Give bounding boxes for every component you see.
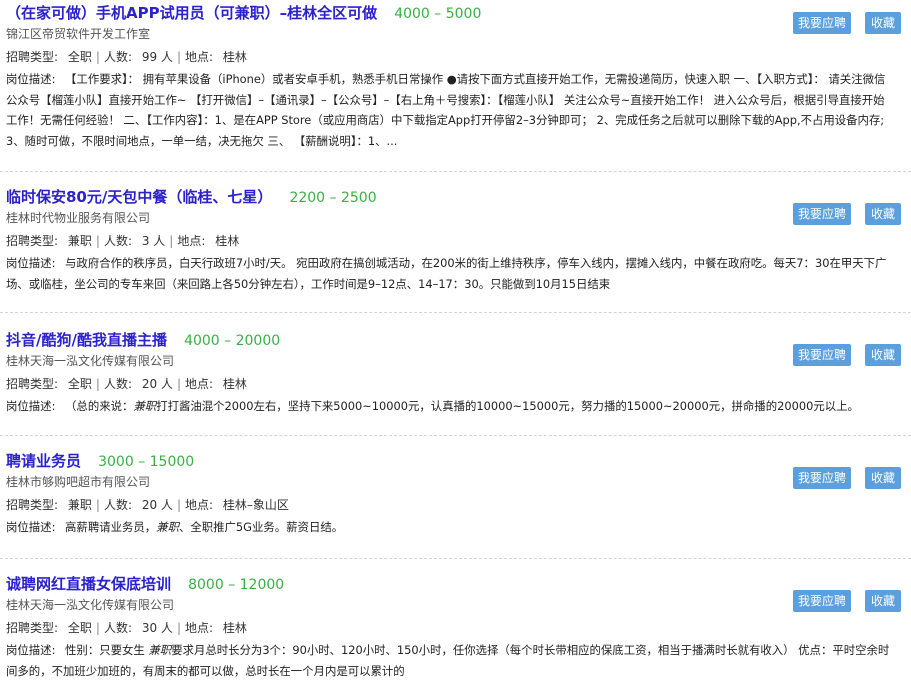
job-type: 全职: [67, 377, 92, 391]
type-label: 招聘类型:: [6, 498, 59, 512]
job-item: 诚聘网红直播女保底培训 8000 – 12000 桂林天海一泓文化传媒有限公司 …: [0, 559, 911, 682]
favorite-button[interactable]: 收藏: [865, 203, 901, 225]
count-unit: 人: [160, 377, 173, 391]
count-unit: 人: [160, 50, 173, 64]
job-item: 聘请业务员 3000 – 15000 桂林市够购吧超市有限公司 招聘类型: 兼职…: [0, 436, 911, 559]
desc-label: 岗位描述:: [6, 399, 56, 413]
type-label: 招聘类型:: [6, 50, 59, 64]
job-meta: 招聘类型: 全职 | 人数: 30 人 | 地点: 桂林: [6, 621, 247, 635]
job-type: 全职: [67, 621, 92, 635]
job-count: 20: [141, 498, 158, 512]
job-title-row: 诚聘网红直播女保底培训 8000 – 12000: [6, 573, 903, 595]
count-unit: 人: [160, 621, 173, 635]
job-item: 抖音/酷狗/酷我直播主播 4000 – 20000 桂林天海一泓文化传媒有限公司…: [0, 313, 911, 436]
job-title[interactable]: 抖音/酷狗/酷我直播主播: [6, 331, 167, 349]
desc-highlight: 兼职: [133, 399, 157, 413]
location-label: 地点:: [184, 377, 214, 391]
company-name[interactable]: 桂林天海一泓文化传媒有限公司: [6, 596, 903, 615]
desc-label: 岗位描述:: [6, 256, 56, 270]
job-location: 桂林: [222, 621, 247, 635]
job-salary: 2200 – 2500: [289, 190, 377, 206]
job-description: 岗位描述: 高薪聘请业务员，兼职、全职推广5G业务。薪资日结。: [6, 517, 903, 538]
company-name[interactable]: 锦江区帝贸软件开发工作室: [6, 25, 903, 44]
job-description: 岗位描述: （总的来说：兼职打打酱油混个2000左右，坚持下来5000~1000…: [6, 396, 903, 417]
count-label: 人数:: [103, 50, 132, 64]
desc-highlight: 兼职: [148, 643, 172, 657]
job-salary: 8000 – 12000: [188, 577, 285, 593]
job-item: 临时保安80元/天包中餐（临桂、七星） 2200 – 2500 桂林时代物业服务…: [0, 172, 911, 313]
apply-button[interactable]: 我要应聘: [793, 12, 851, 34]
job-title-row: 聘请业务员 3000 – 15000: [6, 450, 903, 472]
apply-button[interactable]: 我要应聘: [793, 590, 851, 612]
job-title[interactable]: 诚聘网红直播女保底培训: [6, 575, 171, 593]
desc-label: 岗位描述:: [6, 520, 56, 534]
desc-text-pre: （总的来说：: [65, 399, 134, 413]
desc-text: 【工作要求】： 拥有苹果设备（iPhone）或者安卓手机，熟悉手机日常操作 ●请…: [6, 72, 886, 148]
job-title[interactable]: 临时保安80元/天包中餐（临桂、七星）: [6, 188, 272, 206]
job-meta: 招聘类型: 兼职 | 人数: 20 人 | 地点: 桂林–象山区: [6, 498, 289, 512]
apply-button[interactable]: 我要应聘: [793, 344, 851, 366]
job-title[interactable]: （在家可做）手机APP试用员（可兼职）–桂林全区可做: [6, 4, 377, 22]
location-label: 地点:: [177, 234, 206, 248]
desc-label: 岗位描述:: [6, 643, 56, 657]
company-name[interactable]: 桂林时代物业服务有限公司: [6, 209, 903, 228]
favorite-button[interactable]: 收藏: [865, 12, 901, 34]
location-label: 地点:: [184, 498, 214, 512]
count-label: 人数:: [103, 377, 132, 391]
job-salary: 4000 – 20000: [184, 333, 281, 349]
desc-text-post: 打打酱油混个2000左右，坚持下来5000~10000元，认真播的10000~1…: [156, 399, 859, 413]
job-location: 桂林: [222, 377, 247, 391]
job-type: 兼职: [67, 234, 92, 248]
apply-button[interactable]: 我要应聘: [793, 467, 851, 489]
job-location: 桂林–象山区: [222, 498, 289, 512]
job-title-row: 临时保安80元/天包中餐（临桂、七星） 2200 – 2500: [6, 186, 903, 208]
job-title[interactable]: 聘请业务员: [6, 452, 81, 470]
job-salary: 4000 – 5000: [394, 6, 482, 22]
job-description: 岗位描述: 与政府合作的秩序员，白天行政班7小时/天。 宛田政府在搞创城活动，在…: [6, 253, 903, 294]
job-count: 30: [141, 621, 158, 635]
desc-text-pre: 高薪聘请业务员，: [65, 520, 157, 534]
favorite-button[interactable]: 收藏: [865, 467, 901, 489]
count-unit: 人: [160, 498, 173, 512]
job-description: 岗位描述: 【工作要求】： 拥有苹果设备（iPhone）或者安卓手机，熟悉手机日…: [6, 69, 903, 151]
job-list: （在家可做）手机APP试用员（可兼职）–桂林全区可做 4000 – 5000 锦…: [0, 0, 911, 682]
job-meta: 招聘类型: 全职 | 人数: 99 人 | 地点: 桂林: [6, 50, 247, 64]
job-count: 20: [141, 377, 158, 391]
desc-text-post: 、全职推广5G业务。薪资日结。: [178, 520, 344, 534]
count-unit: 人: [153, 234, 166, 248]
job-description: 岗位描述: 性别：只要女生 兼职要求月总时长分为3个：90小时、120小时、15…: [6, 640, 903, 681]
location-label: 地点:: [184, 50, 214, 64]
desc-text: 与政府合作的秩序员，白天行政班7小时/天。 宛田政府在搞创城活动，在200米的街…: [6, 256, 887, 291]
job-location: 桂林: [222, 50, 247, 64]
count-label: 人数:: [103, 234, 132, 248]
company-name[interactable]: 桂林天海一泓文化传媒有限公司: [6, 352, 903, 371]
type-label: 招聘类型:: [6, 234, 59, 248]
job-count: 99: [141, 50, 158, 64]
desc-text-pre: 性别：只要女生: [65, 643, 149, 657]
job-title-row: （在家可做）手机APP试用员（可兼职）–桂林全区可做 4000 – 5000: [6, 2, 903, 24]
job-type: 全职: [67, 50, 92, 64]
type-label: 招聘类型:: [6, 621, 59, 635]
job-salary: 3000 – 15000: [98, 454, 195, 470]
job-count: 3: [141, 234, 150, 248]
desc-highlight: 兼职: [156, 520, 179, 534]
job-item: （在家可做）手机APP试用员（可兼职）–桂林全区可做 4000 – 5000 锦…: [0, 0, 911, 172]
apply-button[interactable]: 我要应聘: [793, 203, 851, 225]
job-meta: 招聘类型: 全职 | 人数: 20 人 | 地点: 桂林: [6, 377, 247, 391]
job-title-row: 抖音/酷狗/酷我直播主播 4000 – 20000: [6, 329, 903, 351]
favorite-button[interactable]: 收藏: [865, 590, 901, 612]
count-label: 人数:: [103, 621, 132, 635]
desc-label: 岗位描述:: [6, 72, 56, 86]
job-location: 桂林: [215, 234, 240, 248]
count-label: 人数:: [103, 498, 132, 512]
type-label: 招聘类型:: [6, 377, 59, 391]
location-label: 地点:: [184, 621, 214, 635]
company-name[interactable]: 桂林市够购吧超市有限公司: [6, 473, 903, 492]
job-type: 兼职: [67, 498, 92, 512]
favorite-button[interactable]: 收藏: [865, 344, 901, 366]
job-meta: 招聘类型: 兼职 | 人数: 3 人 | 地点: 桂林: [6, 234, 240, 248]
